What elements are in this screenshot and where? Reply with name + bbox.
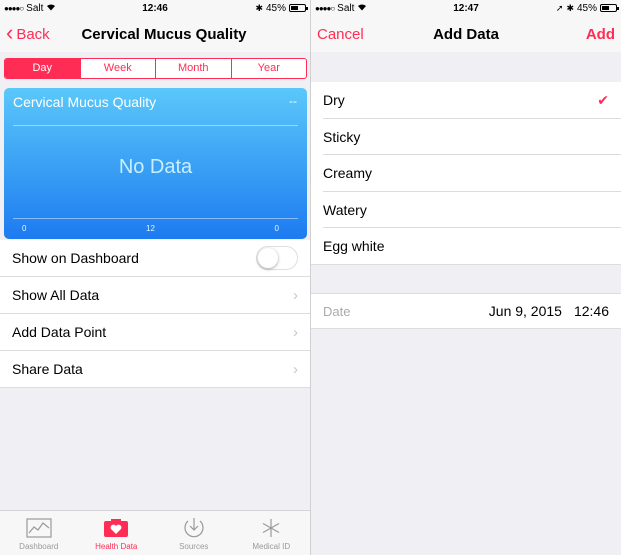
bluetooth-icon: ✱ [566, 2, 574, 13]
option-creamy[interactable]: Creamy [311, 155, 621, 192]
list-item-label: Show on Dashboard [12, 250, 139, 266]
date-label: Date [323, 303, 351, 319]
chevron-left-icon: ‹ [6, 19, 14, 45]
battery-icon [289, 4, 309, 12]
wifi-icon [46, 3, 56, 14]
option-watery[interactable]: Watery [311, 192, 621, 229]
list-item-show-all-data[interactable]: Show All Data › [0, 277, 310, 314]
status-time: 12:47 [453, 2, 479, 14]
list-item-label: Show All Data [12, 287, 100, 303]
back-label: Back [16, 25, 50, 43]
axis-label-mid: 12 [146, 224, 155, 233]
data-chart: Cervical Mucus Quality -- No Data 0 12 0 [4, 88, 307, 239]
status-time: 12:46 [142, 2, 168, 14]
list-item-share-data[interactable]: Share Data › [0, 351, 310, 388]
option-label: Creamy [323, 165, 373, 182]
chart-top-line [13, 125, 298, 126]
tab-dashboard[interactable]: Dashboard [0, 511, 78, 555]
status-bar: ●●●●○ Salt 12:46 ✱ 45% [0, 0, 310, 16]
back-button[interactable]: ‹ Back [6, 19, 50, 45]
segment-year[interactable]: Year [232, 59, 307, 78]
axis-label-start: 0 [22, 224, 27, 233]
chart-title: Cervical Mucus Quality [13, 94, 157, 110]
tab-medical-id[interactable]: Medical ID [233, 511, 311, 555]
segment-month[interactable]: Month [156, 59, 232, 78]
carrier-name: Salt [26, 2, 44, 14]
chart-value: -- [289, 94, 297, 108]
tab-label: Dashboard [19, 542, 59, 551]
battery-percent: 45% [577, 2, 598, 14]
date-value: Jun 9, 2015 [488, 303, 562, 319]
chevron-right-icon: › [293, 286, 298, 304]
status-bar: ●●●●○ Salt 12:47 ➚ ✱ 45% [311, 0, 621, 16]
health-detail-screen: ●●●●○ Salt 12:46 ✱ 45% ‹ Back Cervical M… [0, 0, 310, 555]
axis-label-end: 0 [274, 224, 279, 233]
carrier-name: Salt [337, 2, 355, 14]
medical-id-icon [260, 516, 282, 540]
option-label: Egg white [323, 238, 385, 255]
tab-sources[interactable]: Sources [155, 511, 233, 555]
option-label: Dry [323, 92, 345, 109]
segment-week[interactable]: Week [81, 59, 156, 78]
tab-label: Sources [179, 542, 209, 551]
chevron-right-icon: › [293, 323, 298, 341]
wifi-icon [357, 3, 367, 14]
tab-label: Medical ID [252, 542, 291, 551]
option-sticky[interactable]: Sticky [311, 119, 621, 156]
signal-icon: ●●●●○ [4, 3, 24, 13]
date-row[interactable]: Date Jun 9, 2015 12:46 [311, 293, 621, 329]
option-dry[interactable]: Dry ✔ [311, 82, 621, 119]
health-data-icon [103, 516, 129, 540]
options-list: Show on Dashboard Show All Data › Add Da… [0, 240, 310, 388]
toggle-knob [258, 248, 278, 268]
add-data-screen: ●●●●○ Salt 12:47 ➚ ✱ 45% Cancel Add Data… [311, 0, 621, 555]
period-segmented-control: Day Week Month Year [4, 58, 307, 79]
dashboard-icon [26, 516, 52, 540]
list-item-label: Share Data [12, 361, 83, 377]
battery-icon [600, 4, 620, 12]
segment-day[interactable]: Day [5, 59, 81, 78]
tab-health-data[interactable]: Health Data [78, 511, 156, 555]
dashboard-toggle[interactable] [256, 246, 298, 270]
time-value: 12:46 [573, 303, 609, 319]
list-item-show-on-dashboard: Show on Dashboard [0, 240, 310, 277]
cancel-button[interactable]: Cancel [317, 26, 364, 43]
option-label: Watery [323, 201, 367, 218]
signal-icon: ●●●●○ [315, 3, 335, 13]
nav-bar: ‹ Back Cervical Mucus Quality [0, 16, 310, 52]
no-data-label: No Data [118, 156, 193, 178]
option-label: Sticky [323, 128, 361, 145]
location-icon: ➚ [555, 2, 564, 13]
nav-bar: Cancel Add Data Add [311, 16, 621, 52]
battery-percent: 45% [266, 2, 287, 14]
option-egg-white[interactable]: Egg white [311, 228, 621, 265]
list-item-add-data-point[interactable]: Add Data Point › [0, 314, 310, 351]
sources-icon [182, 516, 206, 540]
bluetooth-icon: ✱ [255, 2, 263, 13]
tab-label: Health Data [95, 542, 138, 551]
checkmark-icon: ✔ [597, 91, 609, 108]
chevron-right-icon: › [293, 360, 298, 378]
tab-bar: Dashboard Health Data Sources Medical ID [0, 510, 310, 555]
chart-baseline [13, 218, 298, 219]
add-button[interactable]: Add [586, 26, 615, 43]
mucus-options-list: Dry ✔ Sticky Creamy Watery Egg white [311, 82, 621, 265]
list-item-label: Add Data Point [12, 324, 107, 340]
